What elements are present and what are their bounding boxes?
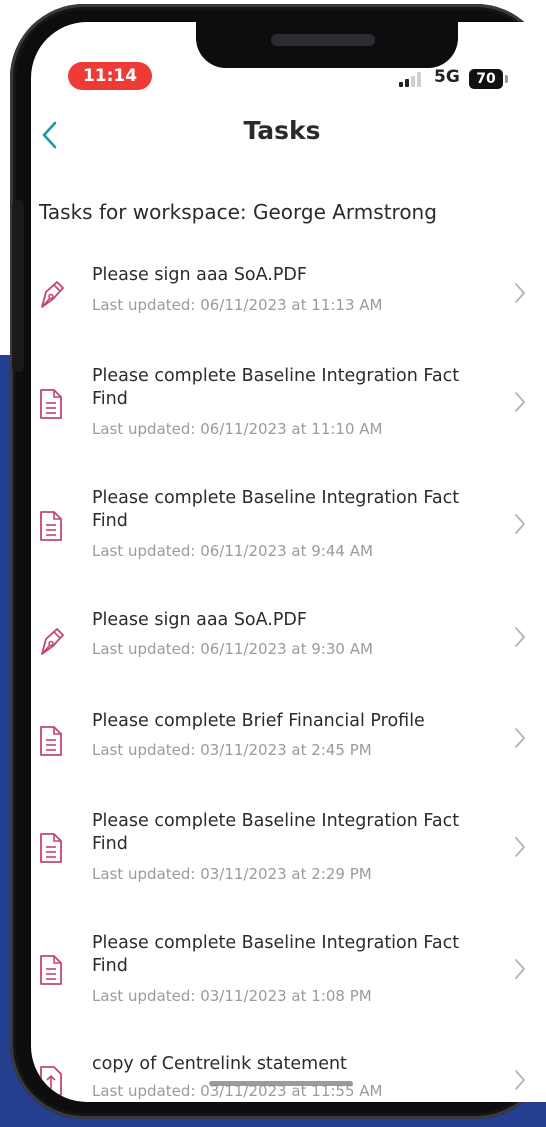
task-item[interactable]: Please complete Baseline Integration Fac… <box>31 360 546 460</box>
chevron-right-icon <box>515 627 525 647</box>
home-indicator[interactable] <box>209 1081 353 1086</box>
task-title: Please complete Baseline Integration Fac… <box>92 811 460 854</box>
chevron-right-icon <box>515 1070 525 1090</box>
task-title: Please complete Brief Financial Profile <box>92 711 425 731</box>
document-icon <box>40 955 62 985</box>
phone-side-button <box>12 200 24 372</box>
phone-notch <box>196 22 458 68</box>
document-icon <box>40 389 62 419</box>
workspace-heading: Tasks for workspace: George Armstrong <box>39 200 437 224</box>
task-title: Please sign aaa SoA.PDF <box>92 610 307 630</box>
task-updated: Last updated: 06/11/2023 at 9:30 AM <box>92 640 373 658</box>
page-title: Tasks <box>243 116 321 145</box>
document-icon <box>40 726 62 756</box>
task-title: Please complete Baseline Integration Fac… <box>92 488 460 531</box>
task-title: Please complete Baseline Integration Fac… <box>92 933 460 976</box>
chevron-right-icon <box>515 959 525 979</box>
document-icon <box>40 833 62 863</box>
task-updated: Last updated: 03/11/2023 at 2:45 PM <box>92 741 372 759</box>
task-title: Please sign aaa SoA.PDF <box>92 265 307 285</box>
task-item[interactable]: Please complete Baseline Integration Fac… <box>31 804 546 904</box>
task-item[interactable]: copy of Centrelink statement Last update… <box>31 1048 546 1102</box>
chevron-right-icon <box>515 728 525 748</box>
task-updated: Last updated: 06/11/2023 at 11:10 AM <box>92 420 383 438</box>
task-updated: Last updated: 06/11/2023 at 11:13 AM <box>92 296 383 314</box>
pen-icon <box>41 628 64 655</box>
task-updated: Last updated: 03/11/2023 at 1:08 PM <box>92 987 372 1005</box>
chevron-right-icon <box>515 514 525 534</box>
chevron-right-icon <box>515 392 525 412</box>
app-screen: 11:14 5G 70 Tasks Tasks for workspace: G… <box>31 22 546 1102</box>
status-time: 11:14 <box>68 62 152 90</box>
task-item[interactable]: Please complete Baseline Integration Fac… <box>31 926 546 1026</box>
document-icon <box>40 511 62 541</box>
chevron-right-icon <box>515 837 525 857</box>
task-item[interactable]: Please sign aaa SoA.PDF Last updated: 06… <box>31 604 546 684</box>
task-item[interactable]: Please complete Baseline Integration Fac… <box>31 482 546 582</box>
task-updated: Last updated: 03/11/2023 at 2:29 PM <box>92 865 372 883</box>
pen-icon <box>41 281 64 308</box>
upload-document-icon <box>40 1066 62 1096</box>
task-updated: Last updated: 06/11/2023 at 9:44 AM <box>92 542 373 560</box>
chevron-right-icon <box>515 283 525 303</box>
task-item[interactable]: Please sign aaa SoA.PDF Last updated: 06… <box>31 257 546 337</box>
signal-strength-icon <box>399 72 423 87</box>
task-title: Please complete Baseline Integration Fac… <box>92 366 460 409</box>
network-type: 5G <box>434 67 460 87</box>
task-item[interactable]: Please complete Brief Financial Profile … <box>31 704 546 784</box>
battery-tip <box>505 75 508 83</box>
notch-speaker <box>271 34 375 46</box>
battery-icon: 70 <box>469 69 503 89</box>
task-title: copy of Centrelink statement <box>92 1054 347 1074</box>
